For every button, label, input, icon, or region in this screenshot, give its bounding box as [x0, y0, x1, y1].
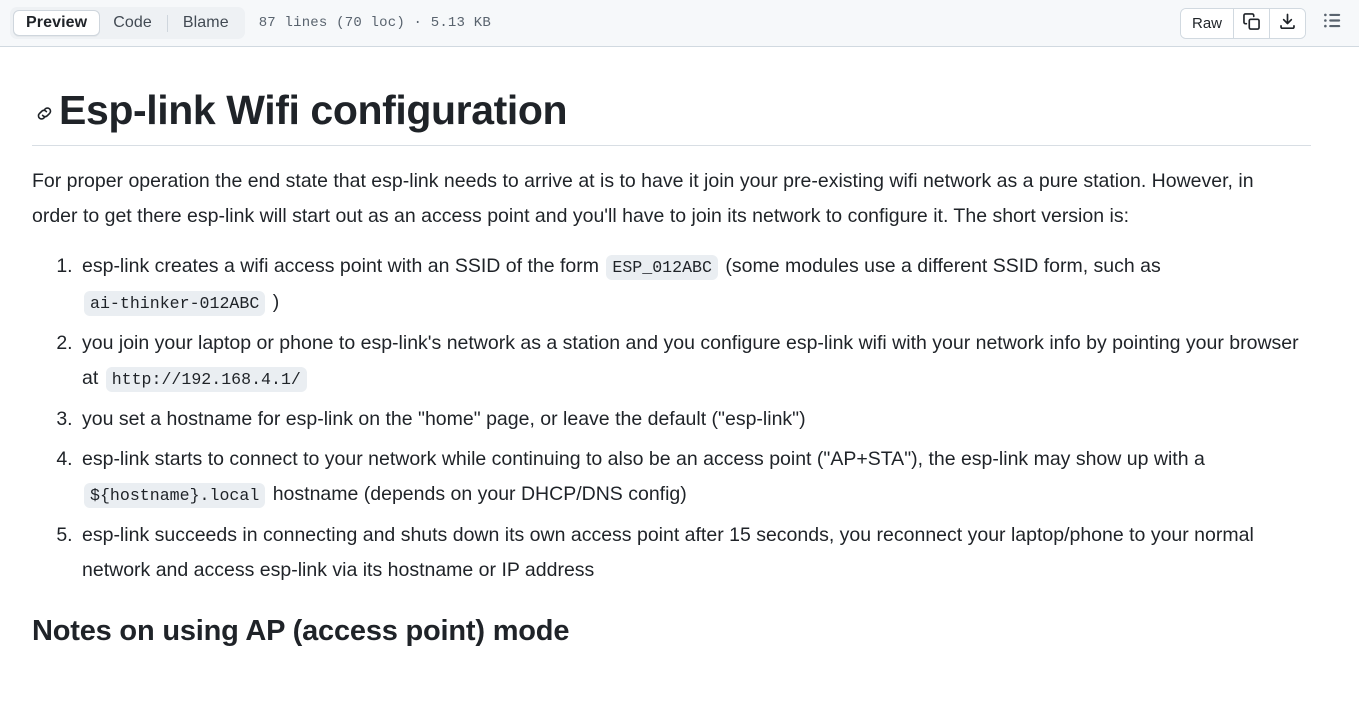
- page-title-row: Esp-link Wifi configuration: [32, 47, 1311, 147]
- raw-button[interactable]: Raw: [1180, 8, 1234, 38]
- inline-code: ESP_012ABC: [606, 255, 718, 281]
- file-toolbar: Preview Code Blame 87 lines (70 loc) · 5…: [0, 0, 1359, 47]
- list-item: esp-link succeeds in connecting and shut…: [78, 518, 1311, 588]
- steps-list: esp-link creates a wifi access point wit…: [32, 249, 1311, 588]
- copy-icon: [1243, 12, 1260, 34]
- toolbar-actions: Raw: [1179, 7, 1347, 39]
- markdown-body: Esp-link Wifi configuration For proper o…: [0, 47, 1359, 725]
- raw-actions-group: Raw: [1179, 7, 1306, 39]
- tab-code[interactable]: Code: [100, 10, 165, 36]
- section-heading-notes: Notes on using AP (access point) mode: [32, 615, 570, 648]
- markdown-content: For proper operation the end state that …: [16, 164, 1327, 648]
- list-item: you join your laptop or phone to esp-lin…: [78, 326, 1311, 397]
- inline-code: http://192.168.4.1/: [105, 367, 307, 393]
- view-tab-group: Preview Code Blame: [10, 7, 245, 39]
- tab-divider: [166, 14, 168, 32]
- intro-paragraph: For proper operation the end state that …: [32, 170, 1254, 228]
- file-meta-text: 87 lines (70 loc) · 5.13 KB: [258, 15, 491, 31]
- page-title: Esp-link Wifi configuration: [59, 87, 568, 133]
- list-item: you set a hostname for esp-link on the "…: [78, 402, 1311, 437]
- raw-button-label: Raw: [1191, 14, 1222, 32]
- tab-code-label: Code: [113, 14, 152, 31]
- copy-raw-button[interactable]: [1234, 8, 1270, 38]
- download-icon: [1279, 13, 1296, 34]
- unordered-list-icon: [1323, 11, 1342, 35]
- list-item: esp-link creates a wifi access point wit…: [78, 249, 1311, 321]
- link-icon[interactable]: [34, 104, 54, 124]
- inline-code: ai-thinker-012ABC: [84, 291, 266, 317]
- tab-blame[interactable]: Blame: [170, 10, 242, 36]
- outline-button[interactable]: [1317, 8, 1347, 38]
- tab-preview[interactable]: Preview: [13, 10, 101, 36]
- inline-code: ${hostname}.local: [84, 483, 266, 509]
- tab-preview-label: Preview: [26, 14, 88, 31]
- list-item: esp-link starts to connect to your netwo…: [78, 442, 1311, 513]
- download-button[interactable]: [1270, 8, 1305, 38]
- tab-blame-label: Blame: [182, 14, 229, 31]
